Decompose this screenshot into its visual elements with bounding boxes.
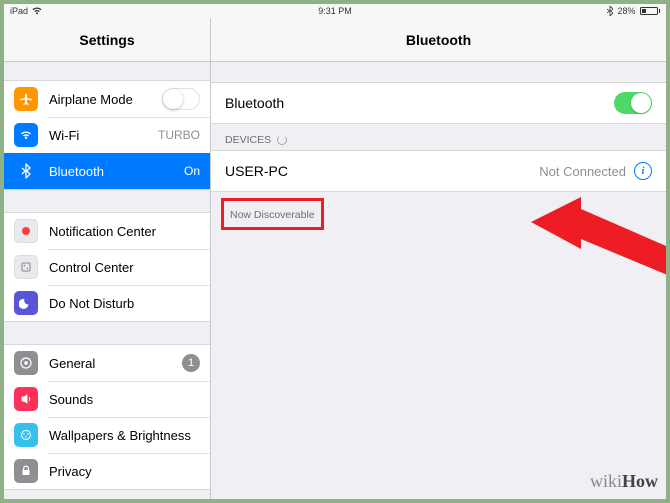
app-frame: iPad 9:31 PM 28% Settings Airplane Mode bbox=[4, 4, 666, 499]
privacy-icon bbox=[14, 459, 38, 483]
sidebar-group-controls: Notification Center Control Center Do No… bbox=[4, 212, 210, 322]
toggle-label: Bluetooth bbox=[225, 95, 614, 111]
detail-pane: Bluetooth Bluetooth DEVICES USER-PC Not … bbox=[211, 18, 666, 499]
wifi-icon bbox=[14, 123, 38, 147]
sidebar-scroll[interactable]: Airplane Mode Wi-Fi TURBO Bluetooth On bbox=[4, 62, 210, 499]
sidebar-title: Settings bbox=[4, 18, 210, 62]
sidebar-item-sounds[interactable]: Sounds bbox=[4, 381, 210, 417]
sidebar-item-general[interactable]: General 1 bbox=[4, 345, 210, 381]
dnd-icon bbox=[14, 291, 38, 315]
detail-title: Bluetooth bbox=[211, 18, 666, 62]
settings-sidebar: Settings Airplane Mode Wi-Fi TURBO bbox=[4, 18, 211, 499]
sidebar-group-general: General 1 Sounds Wallpapers & Brightness… bbox=[4, 344, 210, 490]
sidebar-item-label: Notification Center bbox=[49, 224, 200, 239]
notifications-icon bbox=[14, 219, 38, 243]
scanning-spinner bbox=[277, 135, 287, 145]
sidebar-item-airplane[interactable]: Airplane Mode bbox=[4, 81, 210, 117]
sidebar-item-label: Wallpapers & Brightness bbox=[49, 428, 200, 443]
wallpapers-icon bbox=[14, 423, 38, 447]
sidebar-item-label: Privacy bbox=[49, 464, 200, 479]
sidebar-item-bluetooth[interactable]: Bluetooth On bbox=[4, 153, 210, 189]
controlcenter-icon bbox=[14, 255, 38, 279]
sidebar-item-dnd[interactable]: Do Not Disturb bbox=[4, 285, 210, 321]
clock: 9:31 PM bbox=[318, 6, 352, 16]
wifi-network-name: TURBO bbox=[158, 128, 200, 142]
sidebar-item-label: Bluetooth bbox=[49, 164, 178, 179]
sidebar-item-wifi[interactable]: Wi-Fi TURBO bbox=[4, 117, 210, 153]
sidebar-item-privacy[interactable]: Privacy bbox=[4, 453, 210, 489]
discoverable-label: Now Discoverable bbox=[230, 209, 315, 221]
battery-percent: 28% bbox=[617, 6, 635, 16]
highlight-box: Now Discoverable bbox=[221, 198, 324, 230]
device-row[interactable]: USER-PC Not Connected i bbox=[211, 151, 666, 191]
gear-icon bbox=[14, 351, 38, 375]
bluetooth-switch[interactable] bbox=[614, 92, 652, 114]
devices-header: DEVICES bbox=[211, 124, 666, 150]
sidebar-item-controlcenter[interactable]: Control Center bbox=[4, 249, 210, 285]
annotation-arrow bbox=[531, 197, 666, 367]
sidebar-item-wallpapers[interactable]: Wallpapers & Brightness bbox=[4, 417, 210, 453]
sidebar-item-label: Control Center bbox=[49, 260, 200, 275]
bluetooth-status-icon bbox=[607, 6, 613, 16]
bluetooth-toggle-row[interactable]: Bluetooth bbox=[211, 83, 666, 123]
info-icon[interactable]: i bbox=[634, 162, 652, 180]
bluetooth-status: On bbox=[184, 164, 200, 178]
device-name: iPad bbox=[10, 6, 28, 16]
device-name: USER-PC bbox=[225, 163, 539, 179]
wifi-icon bbox=[32, 7, 42, 15]
sidebar-item-label: Do Not Disturb bbox=[49, 296, 200, 311]
sidebar-item-label: Airplane Mode bbox=[49, 92, 162, 107]
devices-list: USER-PC Not Connected i bbox=[211, 150, 666, 192]
sounds-icon bbox=[14, 387, 38, 411]
sidebar-item-label: General bbox=[49, 356, 182, 371]
general-badge: 1 bbox=[182, 354, 200, 372]
sidebar-item-label: Wi-Fi bbox=[49, 128, 152, 143]
sidebar-item-label: Sounds bbox=[49, 392, 200, 407]
airplane-icon bbox=[14, 87, 38, 111]
device-status: Not Connected bbox=[539, 164, 626, 179]
airplane-switch[interactable] bbox=[162, 88, 200, 110]
status-bar: iPad 9:31 PM 28% bbox=[4, 4, 666, 18]
bluetooth-toggle-panel: Bluetooth bbox=[211, 82, 666, 124]
bluetooth-icon bbox=[14, 159, 38, 183]
sidebar-group-connectivity: Airplane Mode Wi-Fi TURBO Bluetooth On bbox=[4, 80, 210, 190]
battery-icon bbox=[640, 7, 661, 15]
sidebar-item-notifications[interactable]: Notification Center bbox=[4, 213, 210, 249]
watermark: wikiHow bbox=[590, 471, 658, 492]
